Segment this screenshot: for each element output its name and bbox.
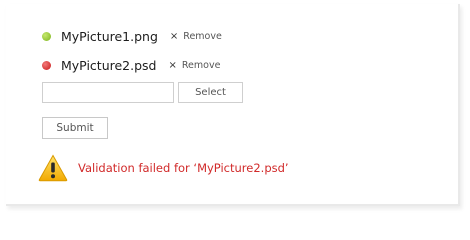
file-path-input[interactable] xyxy=(42,82,174,103)
status-ok-icon xyxy=(42,31,51,41)
validation-message: Validation failed for ‘MyPicture2.psd’ xyxy=(78,161,289,175)
status-error-icon xyxy=(42,60,51,70)
file-name: MyPicture1.png xyxy=(61,28,158,44)
close-icon: × xyxy=(169,30,179,42)
upload-panel: MyPicture1.png × Remove MyPicture2.psd ×… xyxy=(6,4,460,206)
submit-button[interactable]: Submit xyxy=(42,117,108,139)
file-item: MyPicture2.psd × Remove xyxy=(42,55,220,75)
select-button[interactable]: Select xyxy=(178,82,243,103)
remove-label: Remove xyxy=(183,30,222,42)
validation-summary: Validation failed for ‘MyPicture2.psd’ xyxy=(38,152,289,184)
remove-file-button[interactable]: × Remove xyxy=(168,60,220,71)
warning-icon xyxy=(38,154,68,182)
close-icon: × xyxy=(168,59,177,71)
file-name: MyPicture2.psd xyxy=(61,57,157,73)
remove-label: Remove xyxy=(181,59,221,71)
file-item: MyPicture1.png × Remove xyxy=(42,26,222,46)
remove-file-button[interactable]: × Remove xyxy=(170,31,222,42)
